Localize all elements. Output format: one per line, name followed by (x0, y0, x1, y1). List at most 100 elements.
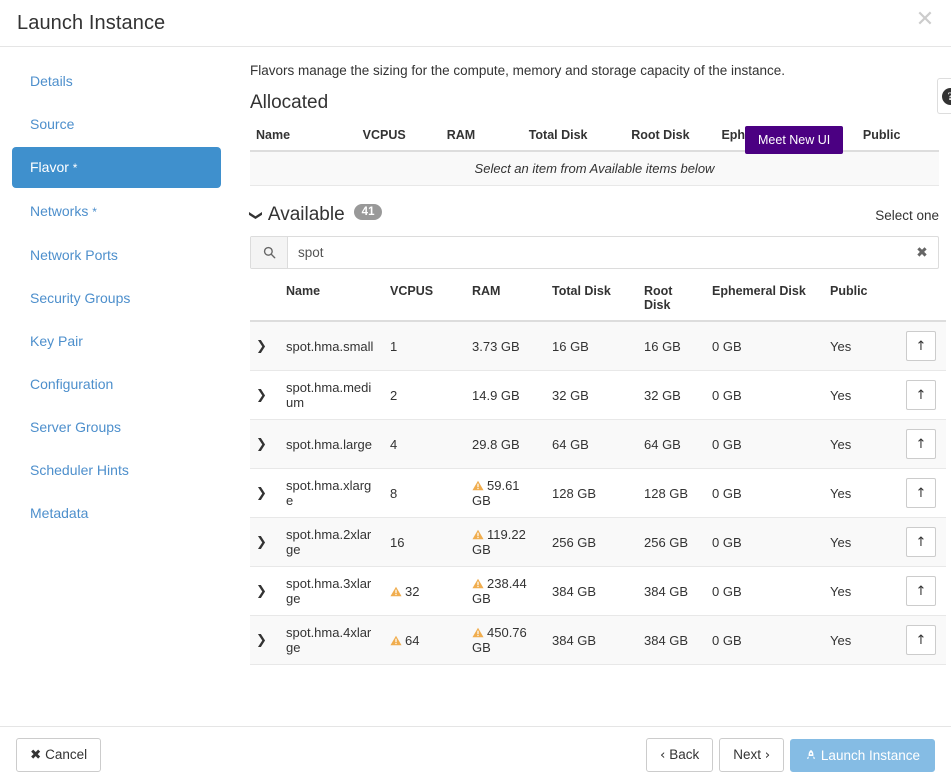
expand-row-icon[interactable]: ❯ (250, 616, 280, 665)
cell-root-disk: 128 GB (638, 469, 706, 518)
column-header-public[interactable]: Public (857, 120, 939, 151)
column-header-root-disk[interactable]: Root Disk (638, 276, 706, 321)
clear-search-icon[interactable]: ✖ (906, 237, 938, 268)
modal-footer: ✖ Cancel ‹ Back Next › Launch (0, 726, 951, 783)
column-header-root-disk[interactable]: Root Disk (625, 120, 715, 151)
available-table-body: ❯spot.hma.small13.73 GB16 GB16 GB0 GBYes… (250, 321, 946, 665)
column-header-vcpus[interactable]: VCPUS (384, 276, 466, 321)
help-button[interactable]: ? (937, 78, 951, 114)
expand-row-icon[interactable]: ❯ (250, 371, 280, 420)
sidebar-item-details[interactable]: Details (12, 61, 221, 101)
cell-public: Yes (824, 420, 896, 469)
sidebar-item-networks[interactable]: Networks * (12, 191, 221, 232)
table-row[interactable]: ❯spot.hma.2xlarge16119.22 GB256 GB256 GB… (250, 518, 946, 567)
column-header-total-disk[interactable]: Total Disk (523, 120, 626, 151)
cell-public: Yes (824, 567, 896, 616)
arrow-up-icon[interactable]: ↑ (906, 429, 936, 459)
expand-row-icon[interactable]: ❯ (250, 518, 280, 567)
expand-row-icon[interactable]: ❯ (250, 469, 280, 518)
cell-total-disk: 384 GB (546, 616, 638, 665)
cancel-button-label: Cancel (45, 747, 87, 762)
column-header-ephemeral-disk[interactable]: Ephemeral Disk (706, 276, 824, 321)
available-heading: Available (268, 204, 345, 226)
cell-root-disk: 64 GB (638, 420, 706, 469)
cell-total-disk: 128 GB (546, 469, 638, 518)
cell-name: spot.hma.medium (280, 371, 384, 420)
sidebar-item-security-groups[interactable]: Security Groups (12, 278, 221, 318)
chevron-right-icon: › (765, 747, 770, 763)
column-header-public[interactable]: Public (824, 276, 896, 321)
sidebar-item-label: Network Ports (30, 247, 118, 263)
cell-actions: ↑ (896, 567, 946, 616)
table-row[interactable]: ❯spot.hma.medium214.9 GB32 GB32 GB0 GBYe… (250, 371, 946, 420)
back-button[interactable]: ‹ Back (646, 738, 713, 772)
table-row[interactable]: ❯spot.hma.small13.73 GB16 GB16 GB0 GBYes… (250, 321, 946, 371)
column-header-name[interactable]: Name (250, 120, 357, 151)
cell-ram: 59.61 GB (466, 469, 546, 518)
cell-ephemeral-disk: 0 GB (706, 616, 824, 665)
warning-triangle-icon (472, 528, 484, 542)
sidebar-item-label: Source (30, 116, 74, 132)
meet-new-ui-badge[interactable]: Meet New UI (745, 126, 843, 154)
cell-name: spot.hma.xlarge (280, 469, 384, 518)
cell-ephemeral-disk: 0 GB (706, 321, 824, 371)
sidebar-item-configuration[interactable]: Configuration (12, 364, 221, 404)
table-row[interactable]: ❯spot.hma.3xlarge32238.44 GB384 GB384 GB… (250, 567, 946, 616)
chevron-left-icon: ‹ (660, 747, 665, 763)
cell-name: spot.hma.4xlarge (280, 616, 384, 665)
cell-total-disk: 384 GB (546, 567, 638, 616)
filter-bar: ✖ (250, 236, 939, 269)
cell-ram: 450.76 GB (466, 616, 546, 665)
expand-row-icon[interactable]: ❯ (250, 321, 280, 371)
cell-ram: 3.73 GB (466, 321, 546, 371)
column-header-ram[interactable]: RAM (466, 276, 546, 321)
sidebar-item-network-ports[interactable]: Network Ports (12, 235, 221, 275)
cell-ephemeral-disk: 0 GB (706, 567, 824, 616)
expand-row-icon[interactable]: ❯ (250, 567, 280, 616)
arrow-up-icon[interactable]: ↑ (906, 625, 936, 655)
arrow-up-icon[interactable]: ↑ (906, 576, 936, 606)
column-header-vcpus[interactable]: VCPUS (357, 120, 441, 151)
column-header-name[interactable]: Name (280, 276, 384, 321)
allocated-heading: Allocated (250, 92, 939, 114)
table-row[interactable]: ❯spot.hma.large429.8 GB64 GB64 GB0 GBYes… (250, 420, 946, 469)
modal-body: Details Source Flavor * Networks * Netwo… (0, 47, 951, 725)
column-header-total-disk[interactable]: Total Disk (546, 276, 638, 321)
expand-row-icon[interactable]: ❯ (250, 420, 280, 469)
footer-actions: ‹ Back Next › Launch Instance (646, 738, 935, 772)
arrow-up-icon[interactable]: ↑ (906, 478, 936, 508)
table-row[interactable]: ❯spot.hma.xlarge859.61 GB128 GB128 GB0 G… (250, 469, 946, 518)
required-marker: * (92, 205, 97, 219)
cell-total-disk: 256 GB (546, 518, 638, 567)
rocket-icon (805, 748, 821, 763)
next-button[interactable]: Next › (719, 738, 784, 772)
table-row[interactable]: ❯spot.hma.4xlarge64450.76 GB384 GB384 GB… (250, 616, 946, 665)
cell-ephemeral-disk: 0 GB (706, 518, 824, 567)
cell-vcpus: 1 (384, 321, 466, 371)
cell-ephemeral-disk: 0 GB (706, 469, 824, 518)
sidebar-item-label: Key Pair (30, 333, 83, 349)
cell-actions: ↑ (896, 518, 946, 567)
cell-root-disk: 32 GB (638, 371, 706, 420)
sidebar-item-scheduler-hints[interactable]: Scheduler Hints (12, 450, 221, 490)
close-icon[interactable]: ✕ (912, 7, 938, 33)
arrow-up-icon[interactable]: ↑ (906, 380, 936, 410)
sidebar-item-source[interactable]: Source (12, 104, 221, 144)
sidebar-item-metadata[interactable]: Metadata (12, 493, 221, 533)
cell-total-disk: 32 GB (546, 371, 638, 420)
cell-vcpus: 2 (384, 371, 466, 420)
cancel-button[interactable]: ✖ Cancel (16, 738, 101, 772)
arrow-up-icon[interactable]: ↑ (906, 331, 936, 361)
sidebar-item-key-pair[interactable]: Key Pair (12, 321, 221, 361)
select-one-hint: Select one (875, 208, 939, 223)
cell-actions: ↑ (896, 321, 946, 371)
sidebar-item-label: Server Groups (30, 419, 121, 435)
sidebar-item-server-groups[interactable]: Server Groups (12, 407, 221, 447)
allocated-empty-message: Select an item from Available items belo… (250, 151, 939, 186)
arrow-up-icon[interactable]: ↑ (906, 527, 936, 557)
launch-instance-button[interactable]: Launch Instance (790, 739, 935, 772)
column-header-ram[interactable]: RAM (441, 120, 523, 151)
search-input[interactable] (288, 237, 906, 268)
sidebar-item-flavor[interactable]: Flavor * (12, 147, 221, 188)
chevron-down-icon[interactable]: ❯ (248, 210, 263, 221)
